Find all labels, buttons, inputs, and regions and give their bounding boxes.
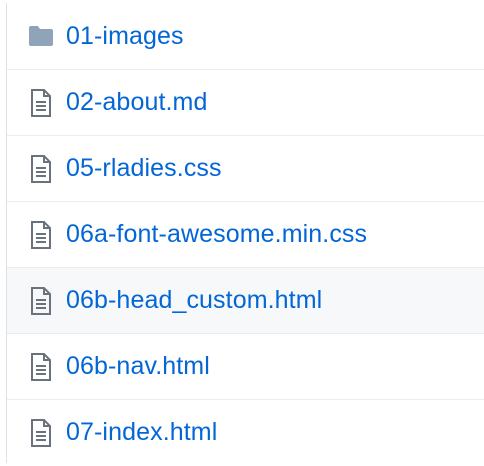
file-icon xyxy=(28,88,54,118)
file-link[interactable]: 06a-font-awesome.min.css xyxy=(66,220,367,249)
file-link[interactable]: 01-images xyxy=(66,22,184,51)
file-link[interactable]: 07-index.html xyxy=(66,418,217,447)
file-link[interactable]: 06b-head_custom.html xyxy=(66,286,322,315)
list-item[interactable]: 06a-font-awesome.min.css xyxy=(7,201,484,267)
list-item[interactable]: 07-index.html xyxy=(7,399,484,465)
file-list: 01-images 02-about.md 05-rladies.css 06a… xyxy=(6,3,484,465)
file-link[interactable]: 02-about.md xyxy=(66,88,207,117)
file-link[interactable]: 05-rladies.css xyxy=(66,154,222,183)
list-item[interactable]: 05-rladies.css xyxy=(7,135,484,201)
file-link[interactable]: 06b-nav.html xyxy=(66,352,210,381)
file-icon xyxy=(28,220,54,250)
list-item[interactable]: 02-about.md xyxy=(7,69,484,135)
list-item[interactable]: 06b-nav.html xyxy=(7,333,484,399)
list-item[interactable]: 01-images xyxy=(7,3,484,69)
file-icon xyxy=(28,154,54,184)
file-icon xyxy=(28,352,54,382)
list-item[interactable]: 06b-head_custom.html xyxy=(7,267,484,333)
file-icon xyxy=(28,418,54,448)
file-icon xyxy=(28,286,54,316)
folder-icon xyxy=(28,21,54,51)
